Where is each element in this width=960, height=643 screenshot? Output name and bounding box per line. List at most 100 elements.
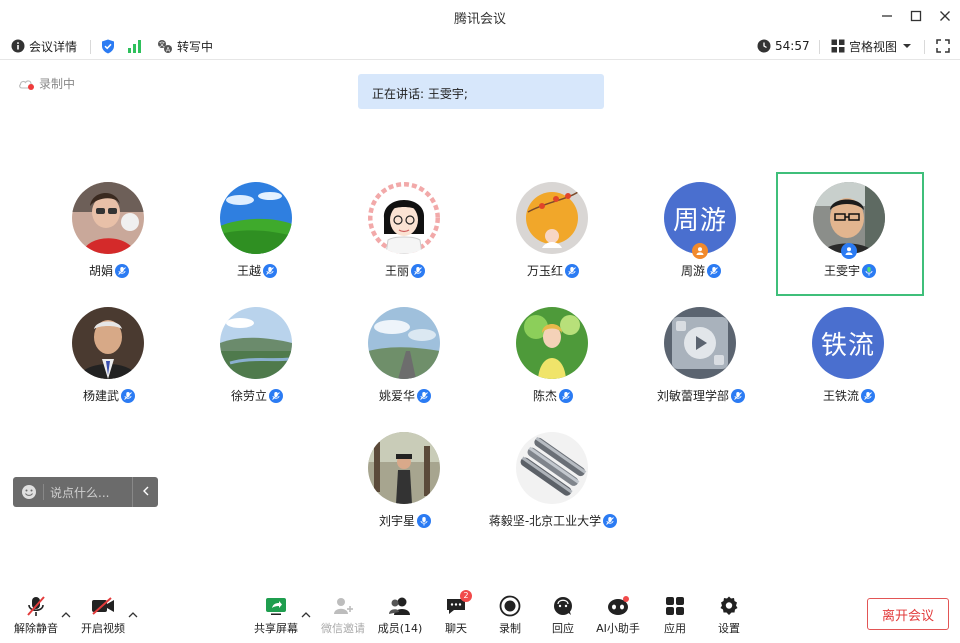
chevron-up-icon (301, 612, 311, 618)
ai-assistant-button[interactable]: AI小助手 (592, 594, 644, 636)
cloud-record-icon (19, 79, 34, 90)
participant-name: 杨建武 (82, 389, 119, 403)
share-screen-button[interactable]: 共享屏幕 (250, 594, 302, 636)
participant-tile[interactable]: 王丽 (331, 172, 479, 296)
participant-tile[interactable]: 万玉红 (479, 172, 627, 296)
audio-options-caret[interactable] (61, 610, 71, 621)
participant-tile[interactable]: 胡娟 (35, 172, 183, 296)
minimize-button[interactable] (877, 6, 897, 26)
share-screen-icon (266, 598, 286, 615)
participant-tile[interactable]: 陈杰 (479, 297, 627, 421)
unmute-label: 解除静音 (14, 622, 58, 635)
chat-button[interactable]: 2 聊天 (430, 590, 482, 636)
toolbar-divider (819, 40, 820, 54)
clock-icon (757, 39, 771, 53)
share-options-caret[interactable] (301, 610, 311, 621)
transcription-status[interactable]: 文A 转写中 (157, 37, 213, 55)
unmute-button[interactable]: 解除静音 (10, 594, 62, 636)
participant-tile[interactable]: 杨建武 (35, 297, 183, 421)
video-options-caret[interactable] (128, 610, 138, 621)
shield-icon (102, 39, 114, 53)
ai-assistant-label: AI小助手 (596, 622, 640, 635)
participant-tile[interactable]: 徐劳立 (183, 297, 331, 421)
signal-icon (128, 39, 141, 53)
collapse-chat-button[interactable] (132, 477, 158, 507)
participant-tile[interactable]: 蒋毅坚-北京工业大学 (479, 422, 627, 546)
reaction-button[interactable]: 回应 (537, 594, 589, 636)
apps-grid-icon (666, 597, 684, 615)
participant-tile-active-speaker[interactable]: 王雯宇 (776, 172, 924, 296)
participant-name: 王越 (236, 264, 261, 278)
settings-label: 设置 (718, 622, 740, 635)
camera-off-icon (92, 597, 114, 615)
wechat-invite-button[interactable]: 微信邀请 (317, 594, 369, 636)
ai-assistant-icon (608, 596, 629, 615)
network-signal-button[interactable] (127, 37, 146, 55)
reaction-icon (554, 597, 572, 615)
participant-tile[interactable]: 刘敏蕾理学部 (627, 297, 775, 421)
chevron-up-icon (128, 612, 138, 618)
apps-button[interactable]: 应用 (649, 594, 701, 636)
view-mode-dropdown[interactable]: 宫格视图 (831, 37, 916, 55)
participant-tile[interactable]: 周游 周游 (627, 172, 775, 296)
participant-tile[interactable]: 王越 (183, 172, 331, 296)
toolbar-divider (924, 40, 925, 54)
minimize-icon (882, 15, 892, 17)
meeting-details-button[interactable]: 会议详情 (11, 37, 77, 55)
info-icon (11, 39, 25, 53)
avatar (516, 307, 588, 379)
leave-meeting-button[interactable]: 离开会议 (867, 598, 949, 630)
title-bar: 腾讯会议 (0, 0, 960, 32)
view-mode-label: 宫格视图 (849, 39, 898, 54)
wechat-invite-label: 微信邀请 (321, 622, 365, 635)
maximize-icon (910, 10, 922, 22)
participant-tile[interactable]: 铁流 王铁流 (775, 297, 923, 421)
maximize-button[interactable] (906, 6, 926, 26)
members-icon (389, 597, 410, 615)
transcribe-icon: 文A (158, 39, 172, 53)
record-icon (499, 595, 521, 617)
emoji-icon (22, 485, 36, 499)
meeting-timer: 54:57 (757, 37, 810, 55)
mic-off-icon (411, 263, 425, 278)
share-screen-label: 共享屏幕 (254, 622, 298, 635)
close-icon (940, 11, 950, 21)
fullscreen-button[interactable] (936, 37, 954, 55)
members-button[interactable]: 成员(14) (374, 594, 426, 636)
security-button[interactable] (101, 37, 119, 55)
speaking-banner: 正在讲话: 王雯宇; (358, 74, 604, 109)
transcription-label: 转写中 (177, 39, 214, 54)
gear-icon (720, 596, 738, 615)
record-button[interactable]: 录制 (484, 594, 536, 636)
participant-tile[interactable]: 姚爱华 (331, 297, 479, 421)
mic-off-icon (417, 388, 431, 403)
recording-indicator[interactable]: 录制中 (18, 75, 75, 92)
avatar (368, 307, 440, 379)
mic-muted-icon (27, 596, 45, 616)
quick-chat-box: 说点什么... (13, 477, 158, 507)
reaction-label: 回应 (552, 622, 574, 635)
avatar (516, 182, 588, 254)
settings-button[interactable]: 设置 (703, 594, 755, 636)
mic-off-icon (263, 263, 277, 278)
start-video-button[interactable]: 开启视频 (77, 594, 129, 636)
caret-down-icon (903, 44, 912, 48)
apps-label: 应用 (664, 622, 686, 635)
participant-name: 刘宇星 (378, 514, 415, 528)
host-badge-icon (692, 243, 708, 259)
participant-name: 姚爱华 (378, 389, 415, 403)
chat-input[interactable]: 说点什么... (50, 484, 132, 501)
meeting-toolbar: 会议详情 文A 转写中 54:57 宫格视图 (0, 32, 960, 60)
participant-name: 周游 (680, 264, 705, 278)
avatar (368, 432, 440, 504)
svg-text:文: 文 (159, 40, 165, 48)
close-button[interactable] (935, 6, 955, 26)
co-host-badge-icon (841, 243, 857, 259)
chevron-up-icon (61, 612, 71, 618)
avatar (220, 307, 292, 379)
window-title: 腾讯会议 (453, 12, 506, 27)
avatar: 铁流 (812, 307, 884, 379)
emoji-button[interactable] (21, 484, 37, 500)
participant-tile[interactable]: 刘宇星 (331, 422, 479, 546)
record-label: 录制 (499, 622, 521, 635)
